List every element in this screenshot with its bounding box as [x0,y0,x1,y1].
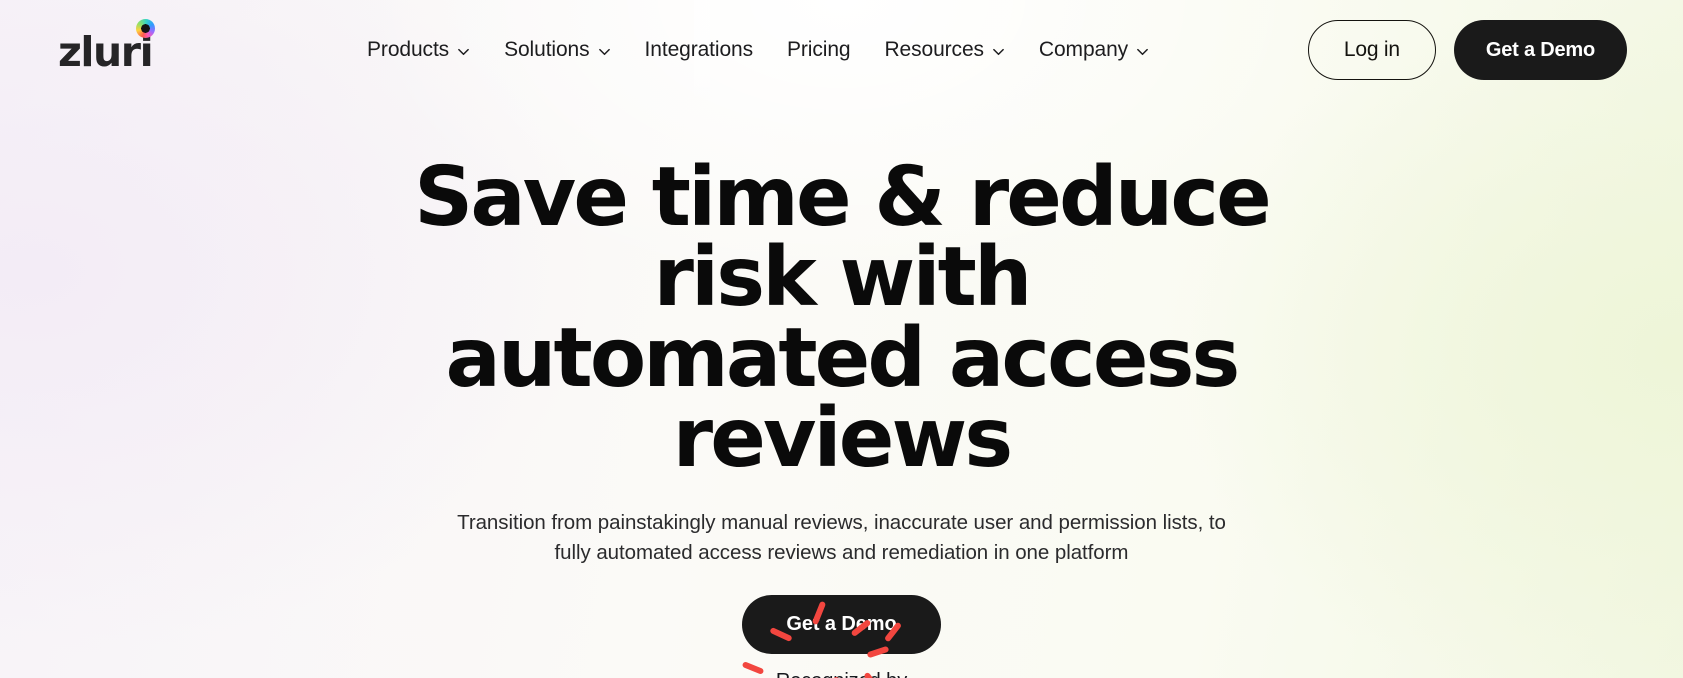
hero-section: Save time & reduce risk with automated a… [0,100,1683,678]
nav-item-products[interactable]: Products [350,28,487,72]
page-title: Save time & reduce risk with automated a… [327,156,1357,479]
login-button[interactable]: Log in [1307,20,1436,80]
nav-item-resources[interactable]: Resources [867,28,1021,72]
subheading-line-1: Transition from painstakingly manual rev… [457,511,1226,535]
subheading-line-2: fully automated access reviews and remed… [554,541,1129,565]
hero-get-a-demo-button[interactable]: Get a Demo [742,594,941,654]
nav-item-label: Integrations [644,38,754,61]
nav-item-integrations[interactable]: Integrations [628,28,770,72]
nav-item-solutions[interactable]: Solutions [487,28,627,72]
nav-item-label: Solutions [504,38,590,61]
nav-left-group: zluri [58,18,156,73]
nav-item-label: Company [1038,38,1129,61]
hero-subheading: Transition from painstakingly manual rev… [457,508,1226,567]
nav-item-label: Pricing [787,38,851,61]
headline-line-2: automated access reviews [445,310,1241,487]
headline-line-1: Save time & reduce risk with [414,150,1272,326]
nav-get-a-demo-button[interactable]: Get a Demo [1453,20,1627,80]
zluri-logo[interactable]: zluri [58,18,156,73]
chevron-down-icon [992,45,1005,58]
top-navigation-bar: zluri Products Solutions Integrations Pr… [0,0,1683,100]
chevron-down-icon [457,45,470,58]
page-root: zluri Products Solutions Integrations Pr… [0,0,1683,678]
nav-item-pricing[interactable]: Pricing [770,28,867,72]
nav-right-group: Log in Get a Demo [1307,20,1627,80]
hero-cta-wrapper: Get a Demo [712,594,972,678]
rainbow-dot-icon [136,18,156,38]
recognized-by-section: Recognized by Gartner. FORRESTER® GIGAOM [587,670,1095,678]
recognized-by-label: Recognized by [776,670,907,678]
nav-item-company[interactable]: Company [1022,28,1166,72]
chevron-down-icon [598,45,611,58]
nav-menu: Products Solutions Integrations Pricing … [208,28,1308,72]
nav-item-label: Products [367,38,450,61]
chevron-down-icon [1136,45,1149,58]
nav-item-label: Resources [884,38,984,61]
